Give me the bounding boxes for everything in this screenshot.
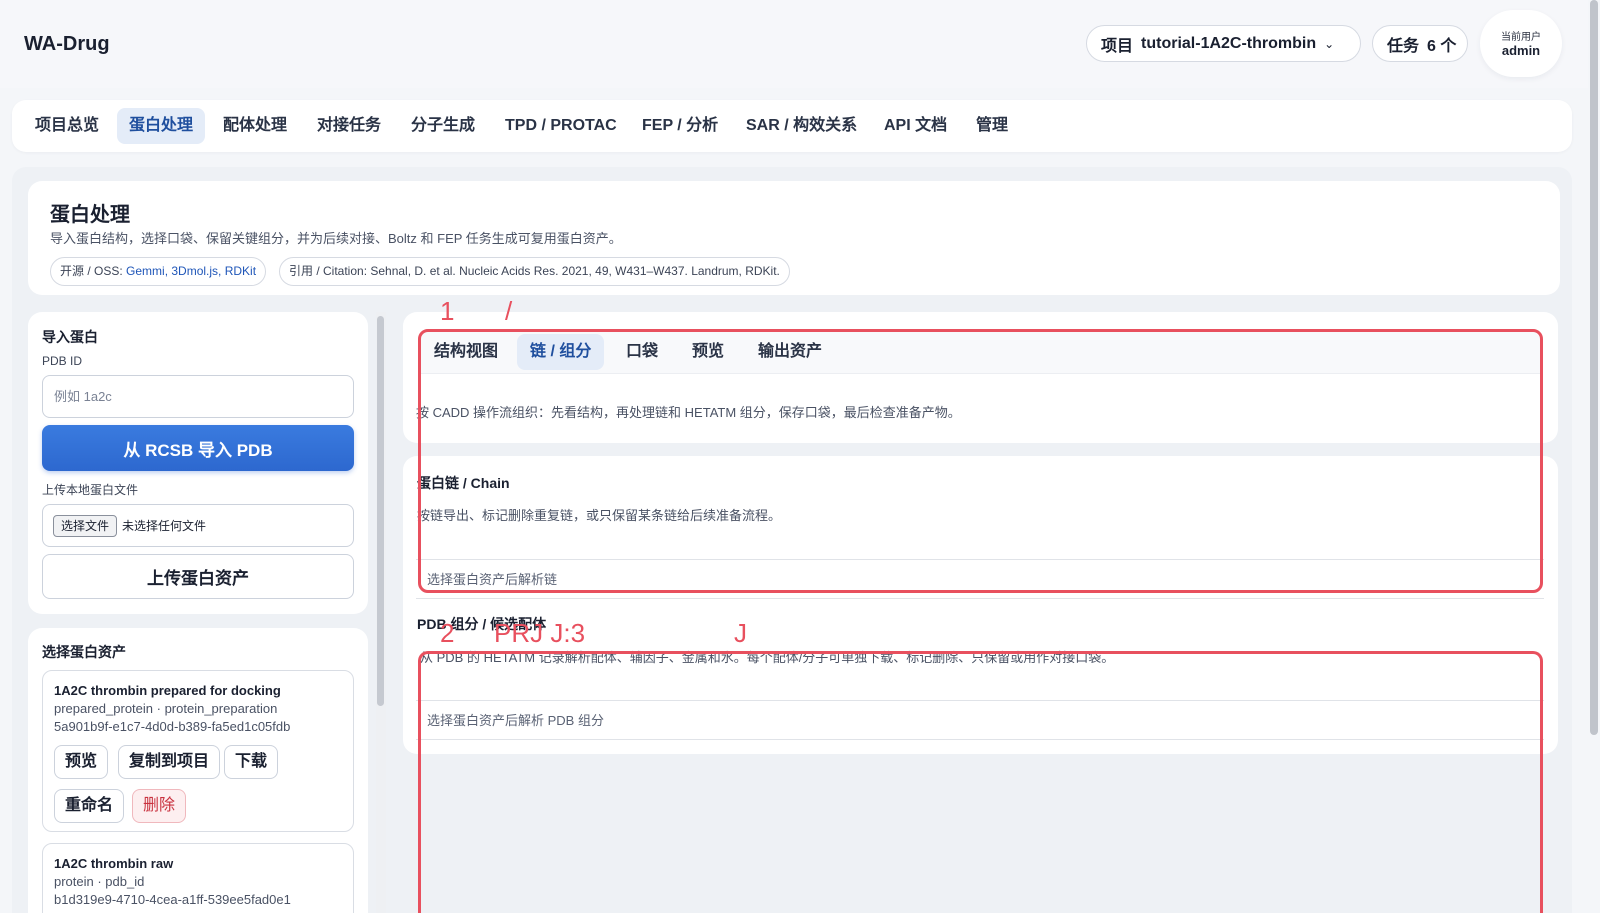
hetatm-description: 从 PDB 的 HETATM 记录解析配体、辅因子、金属和水。每个配体/分子可单… [420,650,1115,665]
nav-item-admin[interactable]: 管理 [964,108,1020,144]
app-brand: WA-Drug [24,33,110,55]
import-rcsb-button[interactable]: 从 RCSB 导入 PDB [42,425,354,471]
import-title: 导入蛋白 [42,329,98,345]
chain-title: 蛋白链 / Chain [417,475,510,491]
tasks-button[interactable]: 任务 6 个 [1372,25,1468,62]
file-input[interactable]: 选择文件 未选择任何文件 [42,504,354,547]
project-value: tutorial-1A2C-thrombin [1141,34,1317,52]
pdb-id-input[interactable] [42,375,354,418]
asset-id: b1d319e9-4710-4cea-a1ff-539ee5fad0e1 [54,892,291,907]
tab-structure-view[interactable]: 结构视图 [421,334,511,370]
rename-button[interactable]: 重命名 [54,789,125,823]
file-status: 未选择任何文件 [122,519,207,533]
hetatm-title: PDB 组分 / 候选配体 [417,616,547,632]
preview-button[interactable]: 预览 [54,745,109,779]
tab-pocket[interactable]: 口袋 [613,334,671,370]
page-title: 蛋白处理 [50,204,130,226]
tab-chains[interactable]: 链 / 组分 [517,334,605,370]
citation-chip: 引用 / Citation: Sehnal, D. et al. Nucleic… [279,257,790,286]
asset-card[interactable]: 1A2C thrombin raw protein · pdb_id b1d31… [42,843,354,913]
nav-item-overview[interactable]: 项目总览 [23,108,111,144]
tasks-label: 任务 [1387,37,1420,55]
user-name: admin [1501,43,1541,58]
assets-title: 选择蛋白资产 [42,644,126,660]
nav-item-generation[interactable]: 分子生成 [399,108,487,144]
oss-links[interactable]: Gemmi, 3Dmol.js, RDKit [126,264,256,278]
pdb-id-label: PDB ID [42,354,83,368]
oss-prefix: 开源 / OSS: [60,264,123,278]
copy-to-project-button[interactable]: 复制到项目 [118,745,221,779]
project-selector[interactable]: 项目 tutorial-1A2C-thrombin ⌄ [1086,25,1361,62]
chevron-down-icon: ⌄ [1324,36,1335,51]
page-description: 导入蛋白结构，选择口袋、保留关键组分，并为后续对接、Boltz 和 FEP 任务… [50,231,622,246]
user-menu[interactable]: 当前用户 admin [1480,10,1562,77]
chain-description: 按链导出、标记删除重复链，或只保留某条链给后续准备流程。 [417,508,782,523]
nav-item-protein[interactable]: 蛋白处理 [117,108,206,144]
asset-type: prepared_protein · protein_preparation [54,701,278,716]
workflow-hint: 按 CADD 操作流组织：先看结构，再处理链和 HETATM 组分，保存口袋，最… [416,405,961,420]
nav-item-tpd[interactable]: TPD / PROTAC [493,108,629,144]
download-button[interactable]: 下载 [224,745,279,779]
project-label: 项目 [1101,37,1134,55]
tab-output-assets[interactable]: 输出资产 [745,334,835,370]
upload-label: 上传本地蛋白文件 [42,483,139,497]
nav-item-api[interactable]: API 文档 [872,108,959,144]
choose-file-button[interactable]: 选择文件 [53,514,118,537]
asset-type: protein · pdb_id [54,874,145,889]
asset-name: 1A2C thrombin raw [54,856,174,871]
upload-asset-button[interactable]: 上传蛋白资产 [42,554,354,599]
delete-button[interactable]: 删除 [132,789,187,823]
chain-empty-state: 选择蛋白资产后解析链 [416,559,1544,599]
nav-item-sar[interactable]: SAR / 构效关系 [734,108,869,144]
hetatm-empty-state: 选择蛋白资产后解析 PDB 组分 [416,700,1544,740]
oss-chip: 开源 / OSS: Gemmi, 3Dmol.js, RDKit [50,257,267,286]
page-scrollbar-thumb[interactable] [1590,0,1598,735]
asset-id: 5a901b9f-e1c7-4d0d-b389-fa5ed1c05fdb [54,719,291,734]
tab-preview[interactable]: 预览 [679,334,737,370]
user-caption: 当前用户 [1501,32,1541,43]
asset-card[interactable]: 1A2C thrombin prepared for docking prepa… [42,670,354,832]
asset-name: 1A2C thrombin prepared for docking [54,683,281,698]
nav-item-fep[interactable]: FEP / 分析 [630,108,730,144]
sidebar-scrollbar-thumb[interactable] [377,316,384,706]
tasks-count: 6 个 [1427,37,1457,55]
nav-item-ligand[interactable]: 配体处理 [211,108,299,144]
nav-item-docking[interactable]: 对接任务 [305,108,393,144]
